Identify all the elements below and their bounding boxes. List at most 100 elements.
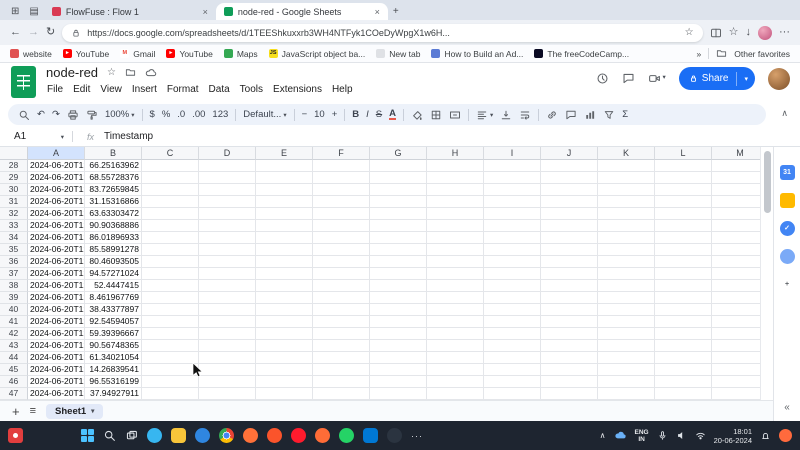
refresh-icon[interactable]: ↻	[46, 27, 55, 38]
empty-cells[interactable]	[142, 280, 760, 292]
print-button[interactable]	[67, 109, 79, 121]
share-button[interactable]: Share ▾	[679, 67, 755, 90]
row-header[interactable]: 29	[0, 172, 28, 184]
menu-item[interactable]: Format	[162, 83, 204, 96]
cell-timestamp[interactable]: 2024-06-20T12:	[28, 328, 85, 340]
cell-value[interactable]: 8.461967769	[85, 292, 142, 304]
doc-title[interactable]: node-red	[46, 65, 98, 80]
name-box-dropdown-icon[interactable]: ▾	[61, 133, 64, 141]
tab-actions-icon[interactable]: ⊞	[6, 3, 24, 20]
column-header[interactable]: C	[142, 147, 199, 160]
cell-timestamp[interactable]: 2024-06-20T12:	[28, 292, 85, 304]
cell-timestamp[interactable]: 2024-06-20T12:	[28, 256, 85, 268]
tab-flowfuse[interactable]: FlowFuse : Flow 1 ×	[44, 3, 216, 20]
workspaces-icon[interactable]: ▤	[24, 3, 43, 20]
format-currency-button[interactable]: $	[150, 109, 155, 120]
cell-value[interactable]: 63.63303472	[85, 208, 142, 220]
cell-timestamp[interactable]: 2024-06-20T12:	[28, 280, 85, 292]
chrome-icon[interactable]	[219, 428, 234, 443]
row-header[interactable]: 43	[0, 340, 28, 352]
clock[interactable]: 18:01 20-06-2024	[714, 427, 752, 445]
strikethrough-button[interactable]: S	[376, 109, 382, 120]
decrease-decimal-button[interactable]: .0	[177, 109, 185, 120]
row-header[interactable]: 38	[0, 280, 28, 292]
row-header[interactable]: 47	[0, 388, 28, 400]
empty-cells[interactable]	[142, 364, 760, 376]
address-bar[interactable]: https://docs.google.com/spreadsheets/d/1…	[62, 24, 702, 42]
cell-value[interactable]: 66.25163962	[85, 160, 142, 172]
comment-icon[interactable]	[622, 72, 635, 85]
column-header[interactable]: A	[28, 147, 85, 160]
cell-timestamp[interactable]: 2024-06-20T12:	[28, 316, 85, 328]
file-explorer-icon[interactable]	[171, 428, 186, 443]
all-sheets-icon[interactable]: ≡	[30, 405, 36, 417]
format-percent-button[interactable]: %	[162, 109, 170, 120]
row-header[interactable]: 40	[0, 304, 28, 316]
row-header[interactable]: 36	[0, 256, 28, 268]
browser-menu-icon[interactable]: ···	[779, 27, 790, 38]
font-select[interactable]: Default...▾	[243, 109, 286, 120]
back-icon[interactable]: ←	[10, 27, 21, 38]
cell-value[interactable]: 85.58991278	[85, 244, 142, 256]
contacts-icon[interactable]	[780, 249, 795, 264]
fill-color-button[interactable]	[411, 109, 423, 121]
volume-icon[interactable]	[676, 430, 687, 441]
split-screen-icon[interactable]	[710, 27, 722, 39]
sheet-tab-sheet1[interactable]: Sheet1 ▾	[46, 404, 103, 419]
create-filter-button[interactable]	[603, 109, 615, 121]
cell-timestamp[interactable]: 2024-06-20T12:	[28, 220, 85, 232]
cell-value[interactable]: 59.39396667	[85, 328, 142, 340]
empty-cells[interactable]	[142, 268, 760, 280]
cell-value[interactable]: 80.46093505	[85, 256, 142, 268]
star-icon[interactable]: ☆	[107, 68, 116, 78]
decrease-font-button[interactable]: −	[302, 109, 308, 120]
increase-font-button[interactable]: +	[332, 109, 338, 120]
calendar-icon[interactable]: 31	[780, 165, 795, 180]
functions-button[interactable]: Σ	[622, 109, 628, 120]
bookmarks-overflow-icon[interactable]: »	[697, 49, 702, 59]
row-header[interactable]: 34	[0, 232, 28, 244]
cell-value[interactable]: 90.90368886	[85, 220, 142, 232]
menu-item[interactable]: Extensions	[268, 83, 327, 96]
tray-chevron-icon[interactable]: ∧	[600, 431, 606, 440]
empty-cells[interactable]	[142, 160, 760, 172]
column-header[interactable]: M	[712, 147, 760, 160]
other-favorites-label[interactable]: Other favorites	[734, 49, 790, 59]
bookmark-item[interactable]: The freeCodeCamp...	[534, 49, 629, 59]
column-header[interactable]: F	[313, 147, 370, 160]
cell-timestamp[interactable]: 2024-06-20T12:	[28, 196, 85, 208]
cell-value[interactable]: 52.4447415	[85, 280, 142, 292]
text-color-button[interactable]: A	[389, 109, 396, 120]
tray-app-icon[interactable]	[779, 429, 792, 442]
tab-google-sheets[interactable]: node-red - Google Sheets ×	[216, 3, 388, 20]
cell-timestamp[interactable]: 2024-06-20T12:	[28, 232, 85, 244]
name-box[interactable]: A1 ▾	[0, 131, 72, 142]
increase-decimal-button[interactable]: .00	[192, 109, 205, 120]
bookmark-item[interactable]: Maps	[224, 49, 258, 59]
cell-value[interactable]: 83.72659845	[85, 184, 142, 196]
row-header[interactable]: 37	[0, 268, 28, 280]
bookmark-item[interactable]: JS JavaScript object ba...	[269, 49, 366, 59]
empty-cells[interactable]	[142, 232, 760, 244]
cell-timestamp[interactable]: 2024-06-20T12:	[28, 376, 85, 388]
favorites-icon[interactable]: ☆	[729, 27, 739, 38]
search-menus-button[interactable]	[18, 109, 30, 121]
column-header[interactable]: J	[541, 147, 598, 160]
redo-button[interactable]: ↷	[52, 109, 60, 120]
cell-value[interactable]: 94.57271024	[85, 268, 142, 280]
empty-cells[interactable]	[142, 388, 760, 400]
menu-item[interactable]: Data	[204, 83, 235, 96]
menu-item[interactable]: File	[42, 83, 68, 96]
menu-item[interactable]: Tools	[235, 83, 268, 96]
horizontal-align-button[interactable]: ▾	[476, 109, 493, 121]
postman-icon[interactable]	[315, 428, 330, 443]
column-header[interactable]: B	[85, 147, 142, 160]
bookmark-item[interactable]: ▸ YouTube	[63, 49, 109, 59]
cell-timestamp[interactable]: 2024-06-20T12:	[28, 268, 85, 280]
borders-button[interactable]	[430, 109, 442, 121]
italic-button[interactable]: I	[366, 109, 369, 120]
bookmark-item[interactable]: M Gmail	[120, 49, 155, 59]
notifications-bell-icon[interactable]	[760, 430, 771, 441]
menu-item[interactable]: View	[95, 83, 127, 96]
new-tab-icon[interactable]: +	[388, 3, 404, 20]
